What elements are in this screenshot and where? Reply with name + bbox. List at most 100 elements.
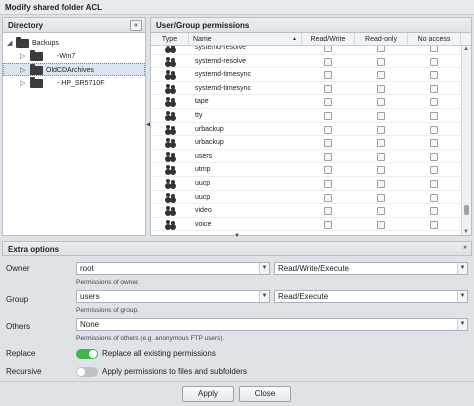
no-access-checkbox[interactable] xyxy=(430,193,438,202)
owner-label: Owner xyxy=(6,264,30,273)
group-name: uucp xyxy=(195,193,211,201)
column-read-write[interactable]: Read/Write xyxy=(302,33,355,46)
column-read-only[interactable]: Read-only xyxy=(355,33,408,46)
read-only-checkbox[interactable] xyxy=(377,166,385,175)
read-write-checkbox[interactable] xyxy=(324,57,332,66)
read-only-checkbox[interactable] xyxy=(377,57,385,66)
no-access-checkbox[interactable] xyxy=(430,71,438,80)
table-row[interactable]: users xyxy=(151,150,461,164)
chevron-right-icon[interactable]: ▷ xyxy=(20,77,25,90)
table-row[interactable]: systemd-resolve xyxy=(151,55,461,69)
read-write-checkbox[interactable] xyxy=(324,139,332,148)
recursive-toggle[interactable] xyxy=(76,367,98,377)
read-only-checkbox[interactable] xyxy=(377,139,385,148)
no-access-checkbox[interactable] xyxy=(430,166,438,175)
read-only-checkbox[interactable] xyxy=(377,220,385,229)
chevron-down-icon[interactable]: ▼ xyxy=(259,291,269,302)
directory-title: Directory xyxy=(8,21,44,30)
table-row[interactable]: uucp xyxy=(151,191,461,205)
table-row[interactable]: systemd-resolve xyxy=(151,46,461,55)
read-only-checkbox[interactable] xyxy=(377,84,385,93)
chevron-down-icon[interactable]: ▼ xyxy=(259,263,269,274)
table-row[interactable]: systemd-timesync xyxy=(151,68,461,82)
group-label: Group xyxy=(6,295,29,304)
tree-item-win7[interactable]: ▷ -Win7 xyxy=(3,50,145,63)
no-access-checkbox[interactable] xyxy=(430,220,438,229)
no-access-checkbox[interactable] xyxy=(430,112,438,120)
chevron-down-icon[interactable]: ▼ xyxy=(457,291,467,302)
table-row[interactable]: urbackup xyxy=(151,136,461,150)
read-only-checkbox[interactable] xyxy=(377,152,385,161)
others-hint: Permissions of others (e.g. anonymous FT… xyxy=(76,335,225,342)
read-only-checkbox[interactable] xyxy=(377,46,385,52)
column-name[interactable]: Name ▲ xyxy=(189,33,302,46)
chevron-down-icon[interactable]: ◢ xyxy=(7,37,12,50)
group-permission-select[interactable]: Read/Execute ▼ xyxy=(274,290,468,303)
no-access-checkbox[interactable] xyxy=(430,152,438,161)
table-row[interactable]: urbackup xyxy=(151,123,461,137)
tree-item-oldcdarchives[interactable]: ▷ OldCDArchives xyxy=(3,63,145,76)
read-write-checkbox[interactable] xyxy=(324,152,332,161)
owner-permission-select[interactable]: Read/Write/Execute ▼ xyxy=(274,262,468,275)
table-row[interactable]: tape xyxy=(151,95,461,109)
collapse-directory-button[interactable]: « xyxy=(130,20,142,31)
group-icon xyxy=(166,83,176,93)
read-write-checkbox[interactable] xyxy=(324,71,332,80)
folder-icon xyxy=(16,37,29,48)
no-access-checkbox[interactable] xyxy=(430,207,438,216)
read-only-checkbox[interactable] xyxy=(377,180,385,188)
replace-toggle[interactable] xyxy=(76,349,98,359)
directory-panel: Directory « ◢ Backups ▷ -Win7 ▷ OldCDArc… xyxy=(2,17,146,236)
owner-select[interactable]: root ▼ xyxy=(76,262,270,275)
read-only-checkbox[interactable] xyxy=(377,207,385,216)
group-select[interactable]: users ▼ xyxy=(76,290,270,303)
no-access-checkbox[interactable] xyxy=(430,139,438,148)
no-access-checkbox[interactable] xyxy=(430,84,438,93)
read-write-checkbox[interactable] xyxy=(324,220,332,229)
read-only-checkbox[interactable] xyxy=(377,98,385,107)
chevron-right-icon[interactable]: ▷ xyxy=(20,50,25,63)
read-write-checkbox[interactable] xyxy=(324,207,332,216)
column-type[interactable]: Type xyxy=(151,33,189,46)
chevron-right-icon[interactable]: ▷ xyxy=(20,64,25,77)
close-button[interactable]: Close xyxy=(239,386,291,402)
scroll-down-icon[interactable]: ▼ xyxy=(463,229,469,235)
group-icon xyxy=(166,138,176,147)
collapse-chevron-icon[interactable]: » xyxy=(463,244,467,251)
chevron-down-icon[interactable]: ▼ xyxy=(457,319,467,330)
permissions-header: User/Group permissions xyxy=(151,18,471,33)
no-access-checkbox[interactable] xyxy=(430,180,438,188)
tree-item-backups[interactable]: ◢ Backups xyxy=(3,37,145,50)
read-write-checkbox[interactable] xyxy=(324,125,332,134)
permissions-scrollbar[interactable]: ▲ ▼ xyxy=(461,46,471,235)
table-row[interactable]: systemd-timesync xyxy=(151,82,461,96)
read-write-checkbox[interactable] xyxy=(324,112,332,120)
read-only-checkbox[interactable] xyxy=(377,193,385,202)
read-write-checkbox[interactable] xyxy=(324,46,332,52)
read-write-checkbox[interactable] xyxy=(324,180,332,188)
tree-item-hp-sr5710f[interactable]: ▷ - HP_SR5710F xyxy=(3,77,145,90)
others-permission-select[interactable]: None ▼ xyxy=(76,318,468,331)
table-row[interactable]: uucp xyxy=(151,177,461,191)
table-row[interactable]: utmp xyxy=(151,163,461,177)
column-no-access[interactable]: No access xyxy=(408,33,461,46)
table-row[interactable]: voice xyxy=(151,218,461,232)
table-row[interactable]: tty xyxy=(151,109,461,123)
no-access-checkbox[interactable] xyxy=(430,46,438,52)
scrollbar-thumb[interactable] xyxy=(464,205,469,215)
no-access-checkbox[interactable] xyxy=(430,125,438,134)
no-access-checkbox[interactable] xyxy=(430,98,438,107)
toggle-knob xyxy=(77,368,85,376)
chevron-down-icon[interactable]: ▼ xyxy=(457,263,467,274)
read-write-checkbox[interactable] xyxy=(324,166,332,175)
read-only-checkbox[interactable] xyxy=(377,71,385,80)
read-write-checkbox[interactable] xyxy=(324,193,332,202)
no-access-checkbox[interactable] xyxy=(430,57,438,66)
read-write-checkbox[interactable] xyxy=(324,84,332,93)
read-write-checkbox[interactable] xyxy=(324,98,332,107)
scroll-up-icon[interactable]: ▲ xyxy=(463,46,469,52)
table-row[interactable]: video xyxy=(151,204,461,218)
apply-button[interactable]: Apply xyxy=(182,386,234,402)
read-only-checkbox[interactable] xyxy=(377,112,385,120)
read-only-checkbox[interactable] xyxy=(377,125,385,134)
